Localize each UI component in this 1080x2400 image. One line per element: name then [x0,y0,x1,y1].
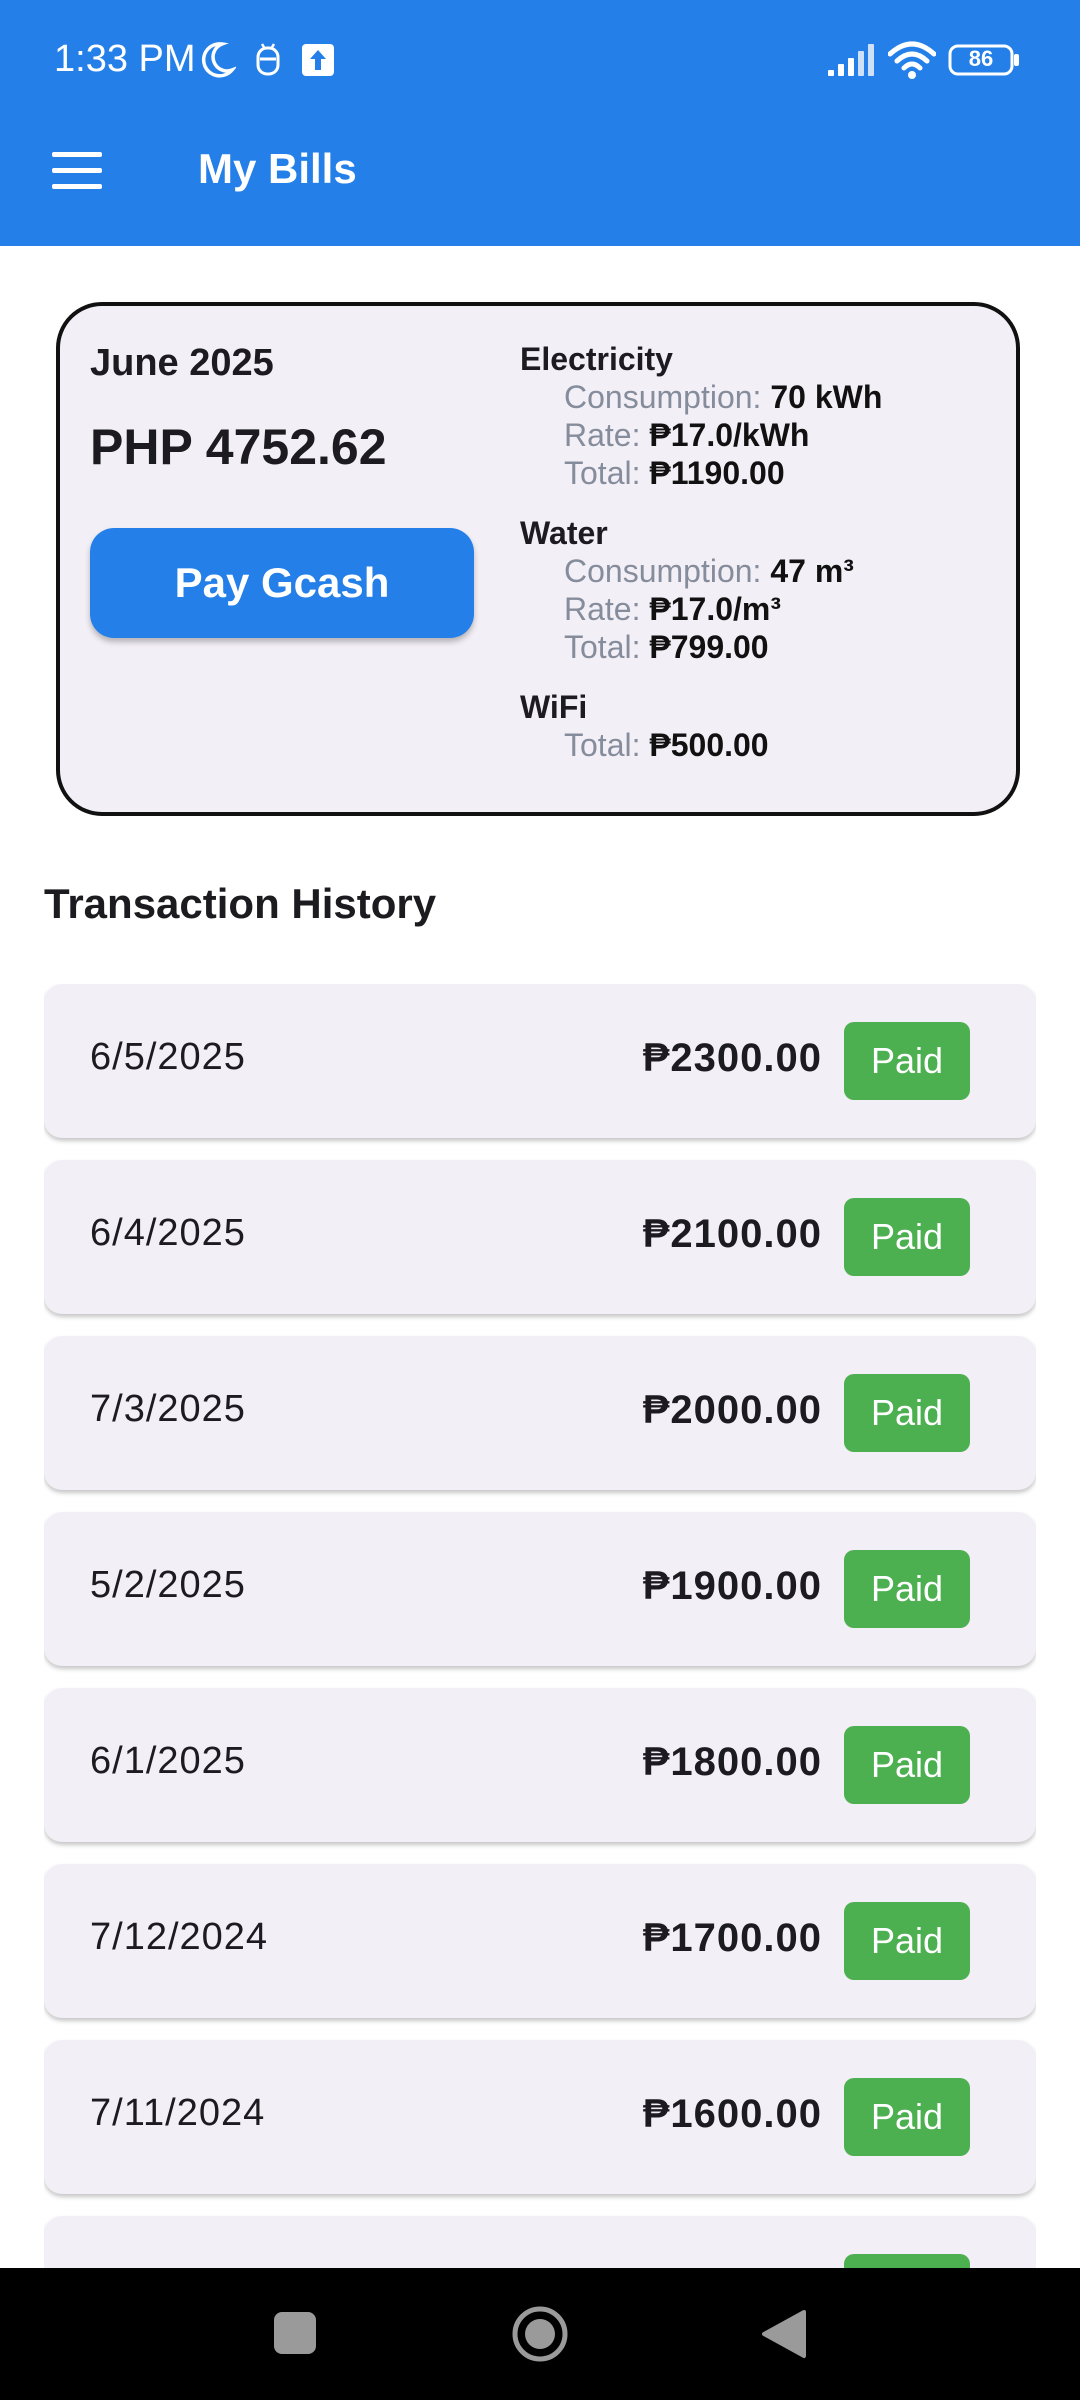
bill-details: Electricity Consumption: 70 kWh Rate: ₱1… [520,340,990,786]
transaction-amount: ₱1600.00 [642,2092,822,2136]
electricity-consumption: Consumption: 70 kWh [564,379,883,415]
table-row[interactable]: 7/12/2024 ₱1700.00 Paid [44,1864,1036,2018]
electricity-rate: Rate: ₱17.0/kWh [564,417,810,453]
table-row[interactable]: 5/2/2025 ₱1900.00 Paid [44,1512,1036,1666]
status-badge: Paid [844,2078,970,2156]
transaction-amount: ₱2000.00 [642,1388,822,1432]
status-badge: Paid [844,1726,970,1804]
transaction-amount: ₱1800.00 [642,1740,822,1784]
transaction-amount: ₱2100.00 [642,1212,822,1256]
table-row[interactable]: 7/3/2025 ₱2000.00 Paid [44,1336,1036,1490]
transaction-date: 7/11/2024 [90,2092,266,2134]
moon-icon [201,42,236,78]
signal-icon [828,44,874,76]
back-icon[interactable] [760,2308,808,2360]
status-badge: Paid [844,1550,970,1628]
transaction-list[interactable]: 6/5/2025 ₱2300.00 Paid 6/4/2025 ₱2100.00… [44,984,1036,2268]
water-total: Total: ₱799.00 [564,629,769,665]
transaction-date: 7/12/2024 [90,1916,269,1958]
status-badge: Paid [844,1022,970,1100]
transaction-amount: ₱2300.00 [642,1036,822,1080]
recents-icon[interactable] [274,2312,316,2354]
electricity-total: Total: ₱1190.00 [564,455,785,491]
home-icon[interactable] [511,2305,569,2363]
water-section: Water Consumption: 47 m³ Rate: ₱17.0/m³ … [520,514,990,666]
transaction-date: 5/2/2025 [90,1564,246,1606]
transaction-date: 6/4/2025 [90,1212,246,1254]
app-bar [0,120,1080,246]
bill-month: June 2025 [90,342,274,384]
transaction-date: 6/5/2025 [90,1036,246,1078]
transaction-history-title: Transaction History [44,880,437,927]
electricity-section: Electricity Consumption: 70 kWh Rate: ₱1… [520,340,990,492]
bill-amount: PHP 4752.62 [90,419,387,475]
pay-gcash-button[interactable]: Pay Gcash [90,528,474,638]
table-row[interactable]: 6/4/2025 ₱2100.00 Paid [44,1160,1036,1314]
menu-icon[interactable] [52,152,102,190]
electricity-title: Electricity [520,341,673,377]
water-title: Water [520,515,608,551]
water-rate: Rate: ₱17.0/m³ [564,591,781,627]
transaction-date: 7/3/2025 [90,1388,246,1430]
status-badge: Paid [844,1902,970,1980]
table-row[interactable]: 6/5/2025 ₱2300.00 Paid [44,984,1036,1138]
table-row[interactable] [44,2216,1036,2268]
transaction-amount: ₱1700.00 [642,1916,822,1960]
wifi-total: Total: ₱500.00 [564,727,769,763]
wifi-title: WiFi [520,689,588,725]
status-badge: Paid [844,1374,970,1452]
page-title: My Bills [198,145,357,192]
status-badge: Paid [844,1198,970,1276]
wifi-section: WiFi Total: ₱500.00 [520,688,990,764]
table-row[interactable]: 7/11/2024 ₱1600.00 Paid [44,2040,1036,2194]
bug-icon [256,43,280,76]
water-consumption: Consumption: 47 m³ [564,553,854,589]
status-bar: 1:33 PM 86 [0,0,1080,120]
wifi-icon [888,41,936,79]
transaction-amount: ₱1900.00 [642,1564,822,1608]
top-bar: 1:33 PM 86 My Bills [0,0,1080,246]
status-badge [844,2254,970,2268]
bill-summary-card: June 2025 PHP 4752.62 Pay Gcash Electric… [56,302,1020,816]
table-row[interactable]: 6/1/2025 ₱1800.00 Paid [44,1688,1036,1842]
upload-icon [302,44,334,76]
transaction-date: 6/1/2025 [90,1740,246,1782]
battery-level: 86 [968,46,994,71]
status-time: 1:33 PM [54,38,196,80]
